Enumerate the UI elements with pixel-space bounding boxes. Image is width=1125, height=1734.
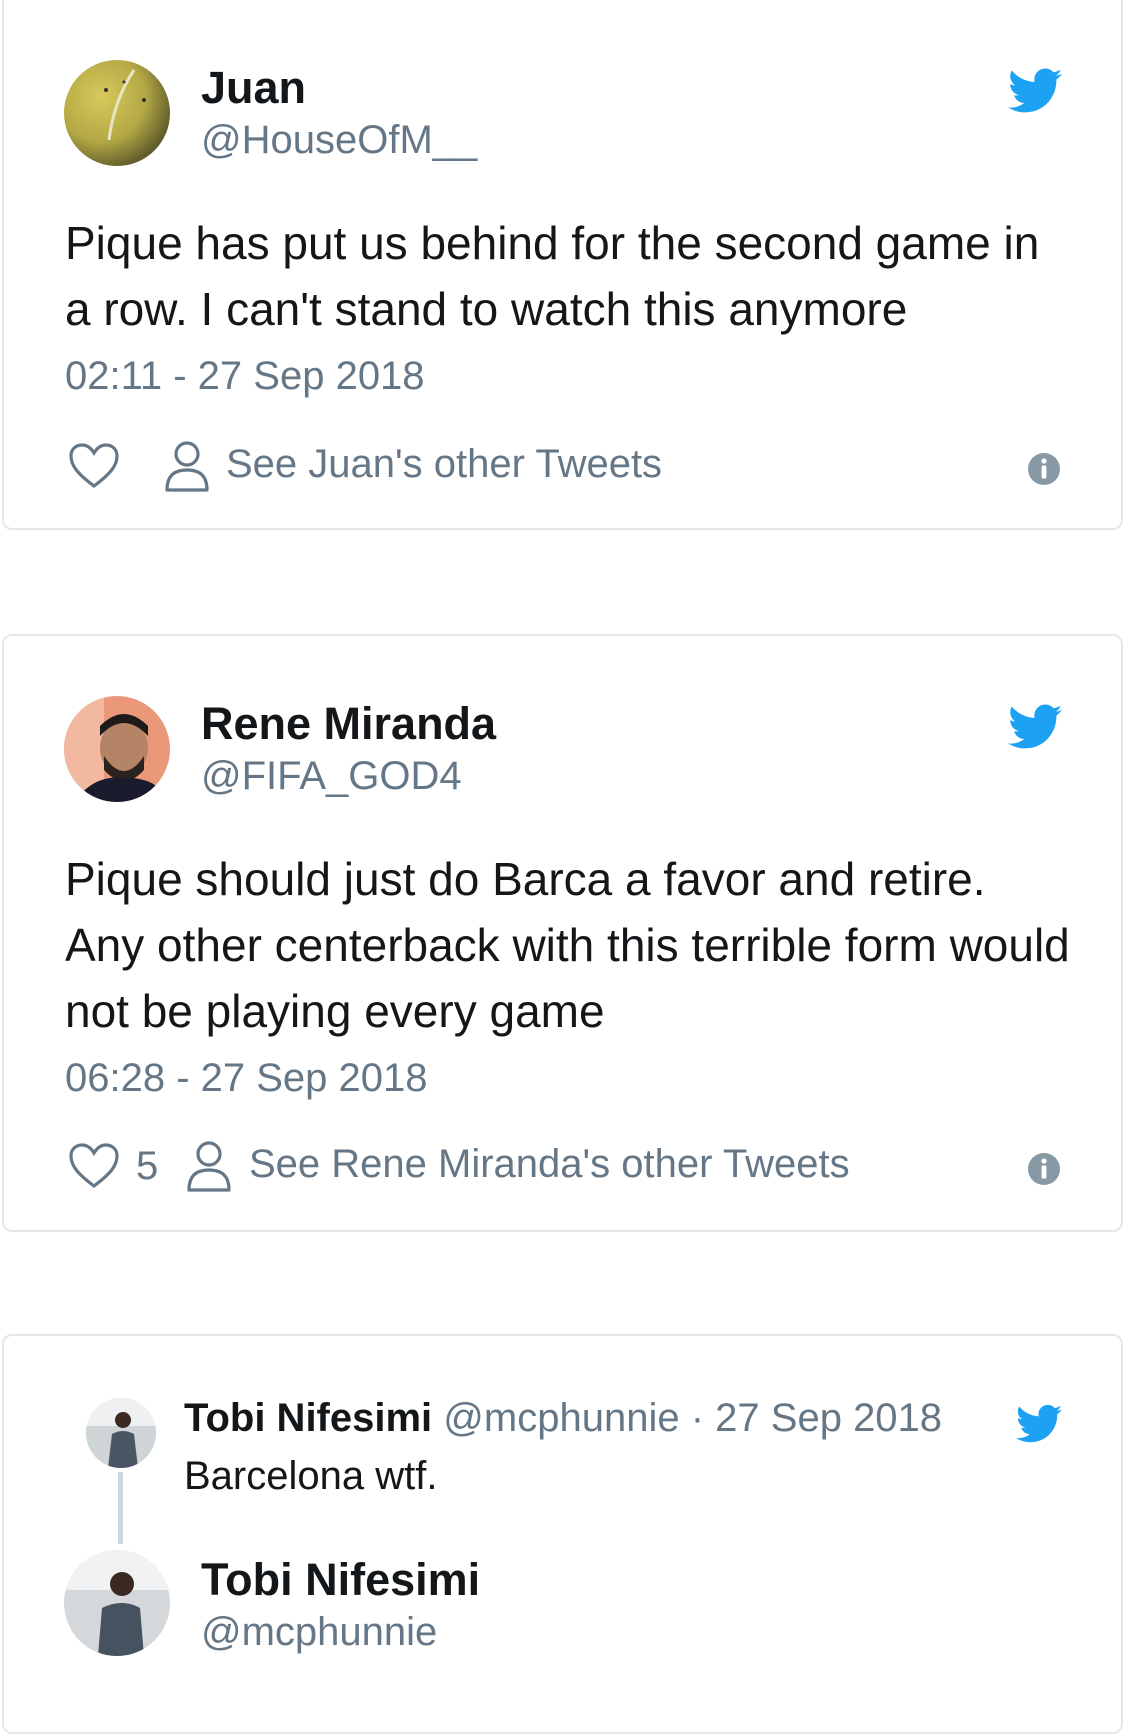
tweet-text: Pique has put us behind for the second g… <box>65 217 1040 335</box>
quoted-author-name[interactable]: Tobi Nifesimi <box>184 1396 432 1440</box>
tweet-text: Pique should just do Barca a favor and r… <box>65 853 1070 1037</box>
twitter-bird-icon[interactable] <box>1008 704 1062 750</box>
tweet-actions: 5 See Rene Miranda's other Tweets <box>68 1138 1068 1194</box>
separator-dot: · <box>690 1396 705 1440</box>
quoted-tweet-header[interactable]: Tobi Nifesimi @mcphunnie · 27 Sep 2018 <box>184 1396 942 1441</box>
tweet-timestamp[interactable]: 06:28 - 27 Sep 2018 <box>65 1056 428 1101</box>
tweet-card[interactable]: Juan @HouseOfM__ Pique has put us behind… <box>2 0 1123 530</box>
info-icon[interactable] <box>1027 1152 1061 1186</box>
twitter-bird-icon[interactable] <box>1008 68 1062 114</box>
tweet-card[interactable]: Tobi Nifesimi @mcphunnie · 27 Sep 2018 B… <box>2 1334 1123 1734</box>
avatar[interactable] <box>64 1550 170 1656</box>
see-other-tweets-link[interactable]: See Juan's other Tweets <box>226 442 662 487</box>
avatar[interactable] <box>64 60 170 166</box>
tweet-card[interactable]: Rene Miranda @FIFA_GOD4 Pique should jus… <box>2 634 1123 1232</box>
twitter-bird-icon[interactable] <box>1016 1404 1062 1444</box>
author-name[interactable]: Juan <box>201 62 306 114</box>
person-icon <box>164 440 210 492</box>
author-handle[interactable]: @mcphunnie <box>201 1610 437 1655</box>
author-name[interactable]: Rene Miranda <box>201 698 496 750</box>
heart-icon[interactable] <box>68 442 120 490</box>
tweet-timestamp[interactable]: 02:11 - 27 Sep 2018 <box>65 354 425 399</box>
like-count: 5 <box>136 1144 159 1188</box>
quoted-avatar[interactable] <box>86 1398 156 1468</box>
tweet-actions: See Juan's other Tweets <box>68 438 1068 494</box>
quoted-author-handle[interactable]: @mcphunnie <box>443 1396 679 1440</box>
author-handle[interactable]: @HouseOfM__ <box>201 118 477 163</box>
quoted-tweet-text: Barcelona wtf. <box>184 1454 438 1498</box>
see-other-tweets-link[interactable]: See Rene Miranda's other Tweets <box>249 1142 850 1187</box>
thread-connector <box>118 1472 123 1544</box>
info-icon[interactable] <box>1027 452 1061 486</box>
quoted-date[interactable]: 27 Sep 2018 <box>715 1396 942 1440</box>
author-handle[interactable]: @FIFA_GOD4 <box>201 754 462 799</box>
heart-icon[interactable] <box>68 1142 120 1190</box>
person-icon <box>186 1140 232 1192</box>
author-name[interactable]: Tobi Nifesimi <box>201 1554 480 1606</box>
avatar[interactable] <box>64 696 170 802</box>
